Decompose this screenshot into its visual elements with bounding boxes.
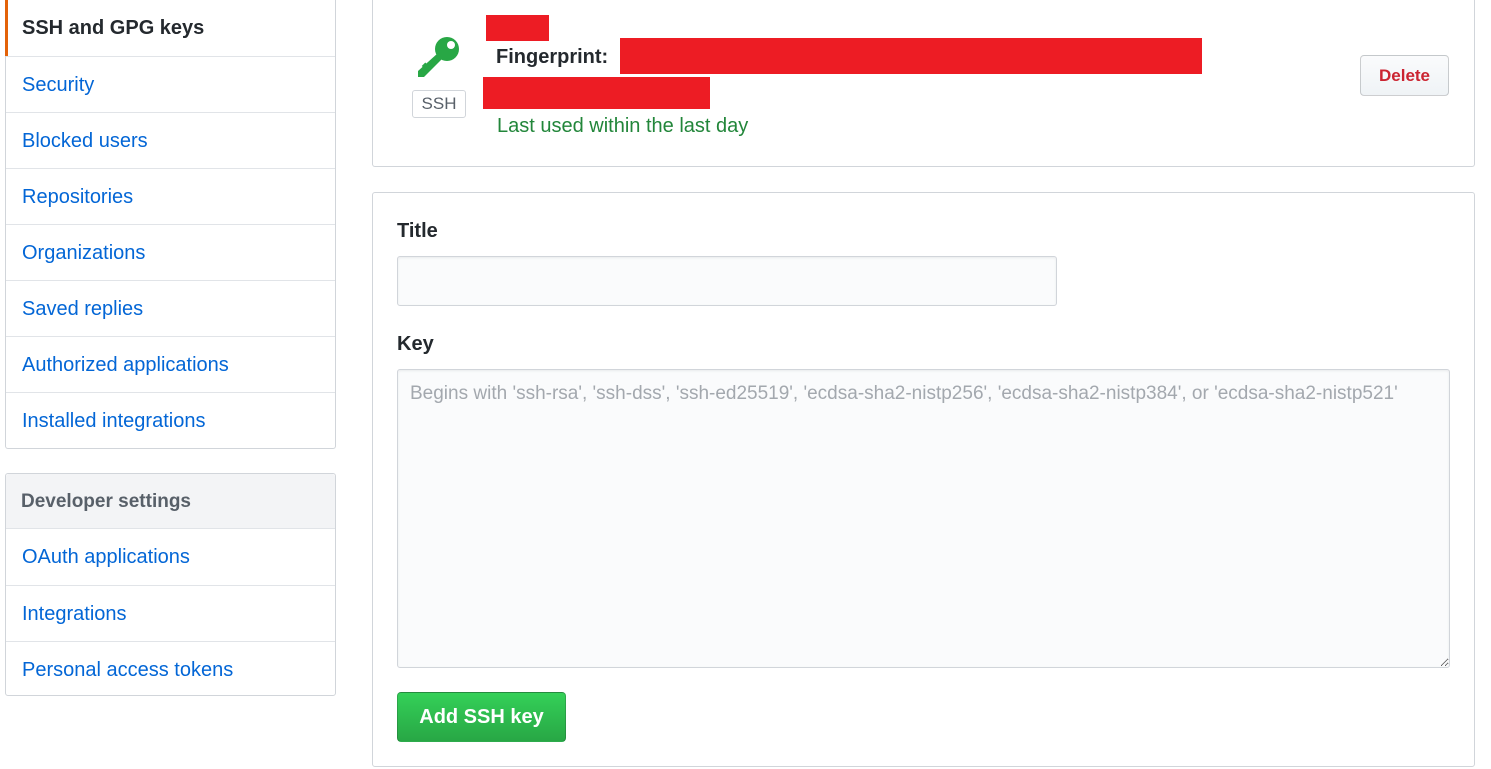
sidebar-item-organizations[interactable]: Organizations — [6, 224, 335, 280]
redacted-added-info — [483, 77, 710, 109]
sidebar-item-oauth-applications[interactable]: OAuth applications — [6, 529, 335, 585]
sidebar-item-saved-replies[interactable]: Saved replies — [6, 280, 335, 336]
key-label: Key — [397, 333, 434, 355]
sidebar-item-installed-integrations[interactable]: Installed integrations — [6, 392, 335, 448]
sidebar-item-personal-access-tokens[interactable]: Personal access tokens — [6, 641, 335, 697]
last-used-text: Last used within the last day — [497, 115, 749, 137]
developer-settings-sidebar: Developer settings OAuth applications In… — [5, 473, 336, 696]
redacted-key-title — [486, 15, 549, 41]
sidebar-item-ssh-gpg-keys[interactable]: SSH and GPG keys — [5, 0, 335, 56]
sidebar-item-blocked-users[interactable]: Blocked users — [6, 112, 335, 168]
settings-page: SSH and GPG keys Security Blocked users … — [0, 0, 1491, 769]
sidebar-item-integrations[interactable]: Integrations — [6, 585, 335, 641]
add-ssh-key-button[interactable]: Add SSH key — [397, 692, 566, 742]
ssh-badge: SSH — [412, 90, 466, 118]
redacted-fingerprint — [620, 38, 1202, 74]
key-icon — [418, 37, 459, 77]
sidebar-item-security[interactable]: Security — [6, 56, 335, 112]
sidebar-item-repositories[interactable]: Repositories — [6, 168, 335, 224]
sidebar-item-authorized-applications[interactable]: Authorized applications — [6, 336, 335, 392]
fingerprint-label: Fingerprint: — [496, 46, 609, 68]
delete-button[interactable]: Delete — [1360, 55, 1449, 96]
developer-settings-heading: Developer settings — [6, 474, 335, 529]
title-input[interactable] — [397, 256, 1057, 306]
title-label: Title — [397, 220, 438, 242]
key-textarea[interactable] — [397, 369, 1450, 668]
settings-sidebar: SSH and GPG keys Security Blocked users … — [5, 0, 336, 449]
